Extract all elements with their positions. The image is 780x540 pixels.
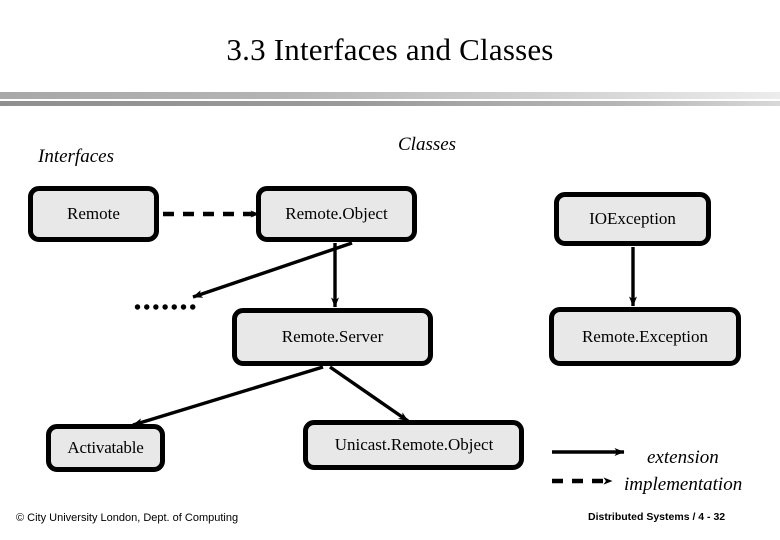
node-activatable-label: Activatable xyxy=(67,438,144,457)
legend-label-implementation: implementation xyxy=(624,474,743,495)
node-ioexception-label: IOException xyxy=(589,209,676,228)
node-activatable[interactable]: Activatable xyxy=(46,424,165,472)
edge-remote-server-to-unicast-remote-object xyxy=(329,365,409,423)
node-unicast-remote-object-label: Unicast.Remote.Object xyxy=(334,435,494,454)
node-remote-exception-label: Remote.Exception xyxy=(581,326,709,346)
legend-label-extension: extension xyxy=(647,447,719,468)
node-ioexception[interactable]: IOException xyxy=(554,192,711,246)
node-remote-object-label: Remote.Object xyxy=(285,204,388,223)
node-remote-label: Remote xyxy=(67,204,120,223)
node-remote-server-label: Remote.Server xyxy=(281,327,384,346)
slide-canvas: 3.3 Interfaces and Classes Interfaces Cl… xyxy=(0,0,780,540)
node-remote[interactable]: Remote xyxy=(28,186,159,242)
node-remote-object[interactable]: Remote.Object xyxy=(256,186,417,242)
edge-remote-server-to-activatable xyxy=(132,365,324,427)
node-remote-exception[interactable]: Remote.Exception xyxy=(549,307,741,366)
edge-remote-object-to-ellipsis xyxy=(192,241,353,299)
node-unicast-remote-object[interactable]: Unicast.Remote.Object xyxy=(303,420,524,470)
node-remote-server[interactable]: Remote.Server xyxy=(232,308,433,366)
ellipsis-continuation-marker: ••••••• xyxy=(134,297,199,319)
